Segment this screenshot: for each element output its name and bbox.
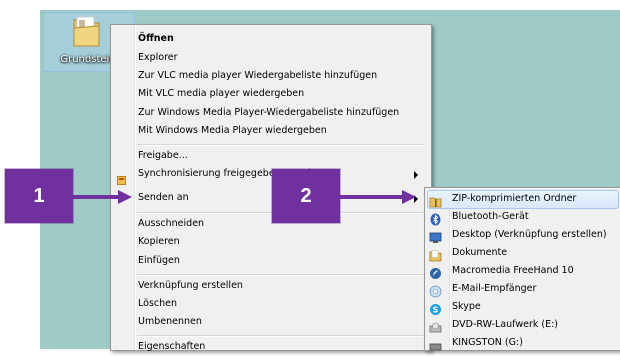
menu-item-rename[interactable]: Umbenennen: [138, 316, 202, 327]
svg-text:S: S: [433, 306, 439, 315]
menu-separator: [137, 335, 425, 337]
sync-icon: [117, 170, 126, 185]
submenu-item-zip[interactable]: ZIP-komprimierten Ordner: [452, 193, 576, 204]
usb-drive-icon: [429, 337, 442, 351]
menu-item-open[interactable]: Öffnen: [138, 33, 174, 44]
submenu-item-documents[interactable]: Dokumente: [452, 247, 507, 258]
menu-item-vlc-add-playlist[interactable]: Zur VLC media player Wiedergabeliste hin…: [138, 70, 377, 81]
menu-separator: [137, 144, 425, 146]
mail-icon: [429, 283, 442, 298]
zip-folder-icon: [429, 193, 442, 208]
submenu-item-skype[interactable]: Skype: [452, 301, 481, 312]
submenu-item-dvd[interactable]: DVD-RW-Laufwerk (E:): [452, 319, 558, 330]
menu-item-cut[interactable]: Ausschneiden: [138, 218, 204, 229]
step-1-badge: 1: [5, 169, 73, 223]
menu-item-delete[interactable]: Löschen: [138, 298, 177, 309]
submenu-item-kingston[interactable]: KINGSTON (G:): [452, 337, 523, 348]
submenu-item-freehand[interactable]: Macromedia FreeHand 10: [452, 265, 574, 276]
send-to-submenu: ZIP-komprimierten Ordner Bluetooth-Gerät…: [424, 187, 620, 351]
submenu-arrow-icon: [414, 171, 418, 179]
menu-item-wmp-play[interactable]: Mit Windows Media Player wiedergeben: [138, 125, 327, 136]
menu-item-paste[interactable]: Einfügen: [138, 255, 180, 266]
freehand-icon: [429, 265, 442, 279]
step-2-arrow-icon: [340, 190, 416, 204]
desktop-icon: [429, 229, 442, 243]
menu-item-wmp-add-playlist[interactable]: Zur Windows Media Player-Wiedergabeliste…: [138, 107, 399, 118]
menu-item-send-to[interactable]: Senden an: [138, 192, 189, 203]
menu-item-vlc-play[interactable]: Mit VLC media player wiedergeben: [138, 88, 304, 99]
folder-icon[interactable]: [72, 14, 102, 48]
menu-item-explorer[interactable]: Explorer: [138, 52, 178, 63]
dvd-drive-icon: [429, 319, 442, 333]
skype-icon: S: [429, 301, 442, 315]
menu-item-share[interactable]: Freigabe...: [138, 150, 188, 161]
menu-item-properties[interactable]: Eigenschaften: [138, 341, 205, 352]
step-2-badge: 2: [272, 169, 340, 223]
submenu-item-desktop[interactable]: Desktop (Verknüpfung erstellen): [452, 229, 607, 240]
step-1-arrow-icon: [72, 190, 132, 204]
menu-separator: [137, 274, 425, 276]
submenu-item-mail[interactable]: E-Mail-Empfänger: [452, 283, 536, 294]
menu-item-create-shortcut[interactable]: Verknüpfung erstellen: [138, 280, 243, 291]
submenu-item-bluetooth[interactable]: Bluetooth-Gerät: [452, 211, 529, 222]
documents-icon: [429, 247, 442, 262]
bluetooth-icon: [429, 211, 442, 226]
menu-item-copy[interactable]: Kopieren: [138, 236, 180, 247]
